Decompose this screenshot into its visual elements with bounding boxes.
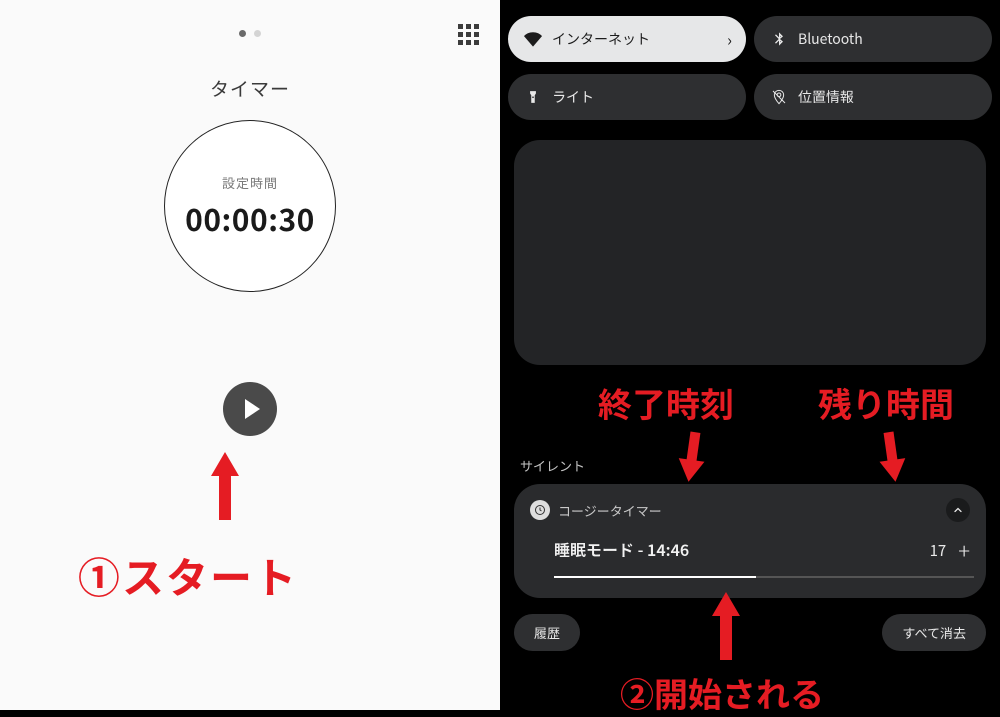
annotation-arrow-icon bbox=[677, 431, 708, 484]
notification-app-name: コージータイマー bbox=[558, 501, 662, 520]
qs-location-label: 位置情報 bbox=[798, 87, 854, 107]
annotation-start: ①スタート bbox=[78, 545, 298, 606]
chevron-right-icon: › bbox=[727, 27, 732, 51]
bluetooth-icon bbox=[770, 31, 788, 47]
qs-internet-tile[interactable]: インターネット › bbox=[508, 16, 746, 62]
location-off-icon bbox=[770, 89, 788, 105]
progress-track bbox=[554, 576, 974, 578]
notification-remaining: 17 bbox=[930, 540, 947, 561]
qs-light-label: ライト bbox=[552, 87, 594, 107]
qs-bluetooth-label: Bluetooth bbox=[798, 29, 863, 49]
chevron-up-icon bbox=[952, 504, 964, 516]
notification-header: コージータイマー bbox=[530, 498, 970, 522]
timer-circle[interactable]: 設定時間 00:00:30 bbox=[164, 120, 336, 292]
qs-location-tile[interactable]: 位置情報 bbox=[754, 74, 992, 120]
play-button[interactable] bbox=[223, 382, 277, 436]
media-card-placeholder bbox=[514, 140, 986, 365]
notification-body: 睡眠モード - 14:46 17 + bbox=[530, 534, 970, 566]
timer-value: 00:00:30 bbox=[185, 196, 315, 240]
qs-light-tile[interactable]: ライト bbox=[508, 74, 746, 120]
timer-app-screen: タイマー 設定時間 00:00:30 ①スタート bbox=[0, 0, 500, 710]
qs-bluetooth-tile[interactable]: Bluetooth bbox=[754, 16, 992, 62]
play-icon bbox=[245, 399, 260, 419]
flashlight-icon bbox=[524, 90, 542, 104]
quick-settings-row-2: ライト 位置情報 bbox=[508, 74, 992, 120]
notification-title: 睡眠モード - 14:46 bbox=[554, 537, 689, 561]
timer-notification[interactable]: コージータイマー 睡眠モード - 14:46 17 + bbox=[514, 484, 986, 598]
annotation-arrow-icon bbox=[877, 431, 908, 484]
notification-actions-row: 履歴 すべて消去 bbox=[514, 614, 986, 651]
app-icon bbox=[530, 500, 550, 520]
annotation-arrow-icon bbox=[213, 452, 237, 520]
collapse-button[interactable] bbox=[946, 498, 970, 522]
set-time-label: 設定時間 bbox=[222, 173, 278, 192]
qs-internet-label: インターネット bbox=[552, 29, 650, 49]
page-indicator bbox=[0, 30, 500, 37]
menu-grid-button[interactable] bbox=[458, 24, 478, 44]
progress-fill bbox=[554, 576, 756, 578]
page-dot bbox=[254, 30, 261, 37]
history-button[interactable]: 履歴 bbox=[514, 614, 580, 651]
notification-shade-screen: インターネット › Bluetooth ライト 位置情報 サイレント bbox=[500, 0, 1000, 710]
clear-all-button[interactable]: すべて消去 bbox=[882, 614, 986, 651]
silent-section-label: サイレント bbox=[520, 456, 585, 475]
quick-settings-row-1: インターネット › Bluetooth bbox=[508, 16, 992, 62]
add-time-button[interactable]: + bbox=[958, 534, 970, 566]
wifi-icon bbox=[524, 30, 542, 48]
timer-title: タイマー bbox=[0, 75, 500, 102]
page-dot-active bbox=[239, 30, 246, 37]
